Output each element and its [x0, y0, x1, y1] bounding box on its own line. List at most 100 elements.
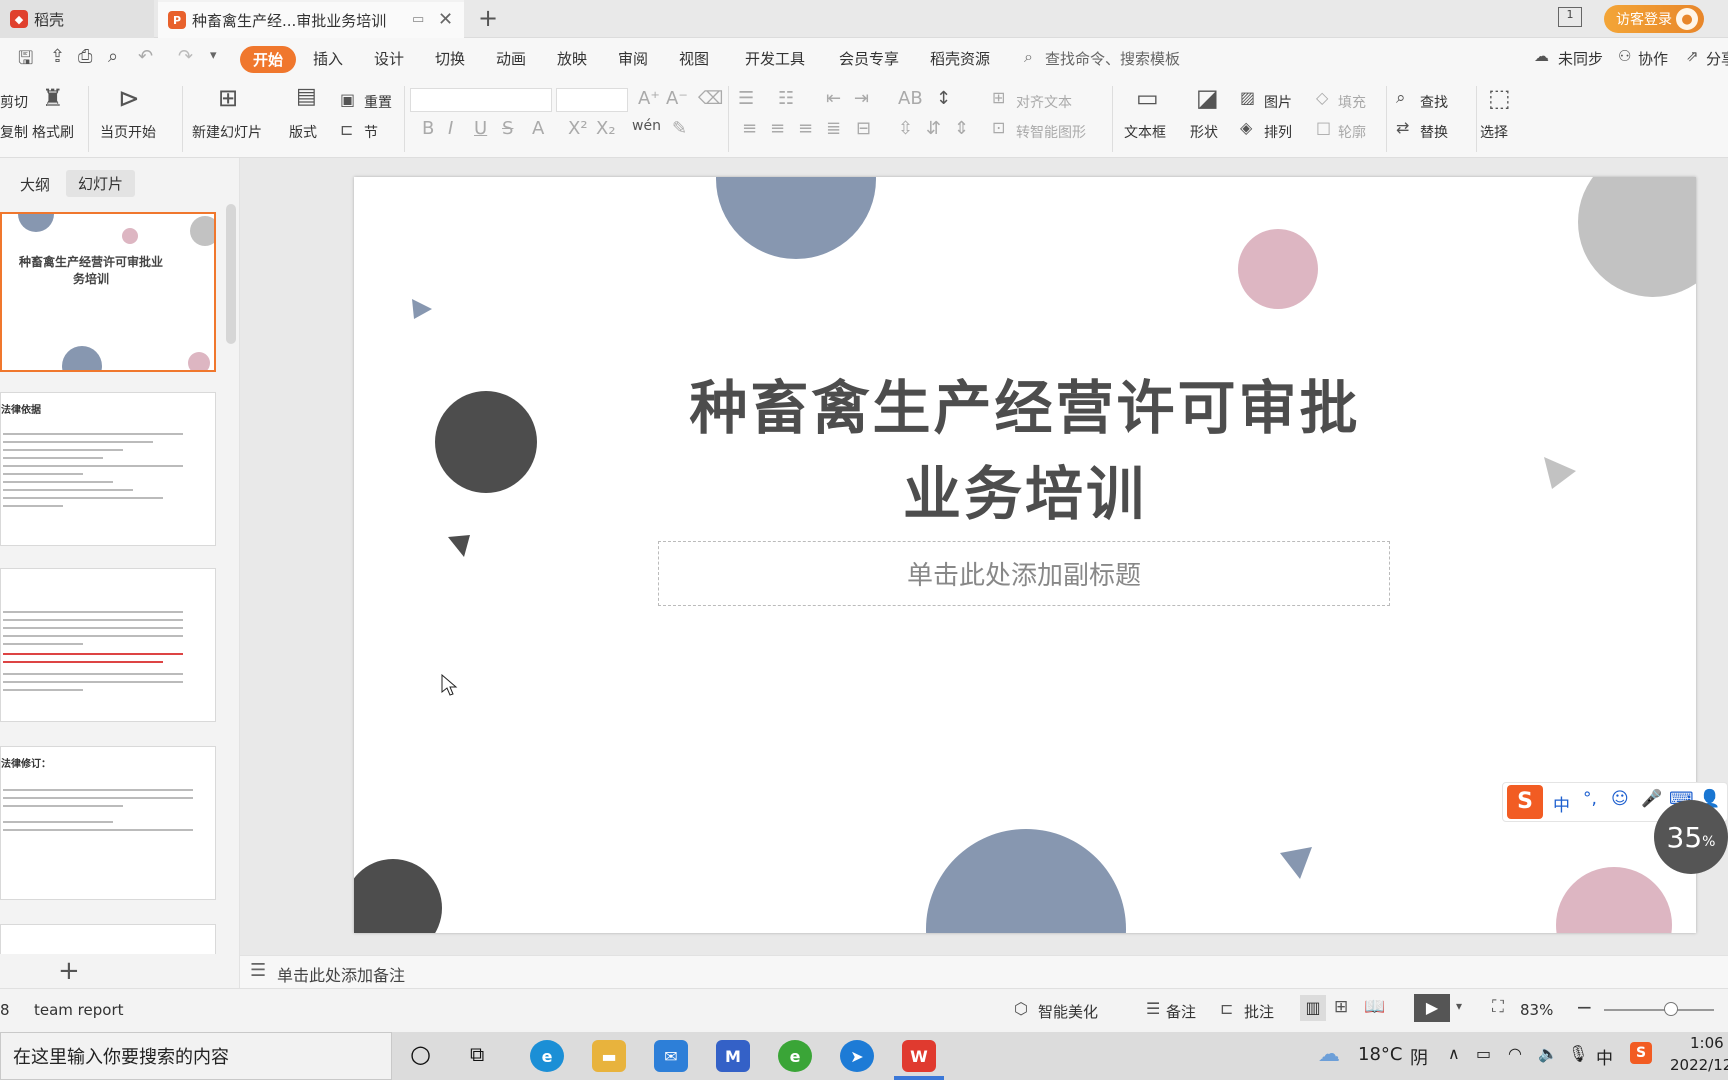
mic-tray-icon[interactable]: 🎙: [1568, 1044, 1588, 1063]
tab-document[interactable]: P 种畜禽生产经...审批业务培训 ▭ ✕: [158, 0, 464, 38]
play-dropdown-icon[interactable]: ▾: [1456, 999, 1462, 1013]
textbox-button[interactable]: 文本框: [1124, 122, 1166, 142]
outline-button[interactable]: 轮廓: [1338, 122, 1366, 142]
decrease-indent-icon[interactable]: ⇤: [826, 88, 841, 109]
align-text-button[interactable]: 对齐文本: [1016, 92, 1072, 112]
punctuation-icon[interactable]: °,: [1583, 789, 1597, 809]
menu-member[interactable]: 会员专享: [839, 48, 899, 69]
tab-slides[interactable]: 幻灯片: [66, 170, 136, 197]
ime-mode[interactable]: 中: [1553, 791, 1570, 816]
tab-home[interactable]: ◆ 稻壳: [0, 0, 154, 38]
menu-start[interactable]: 开始: [240, 46, 296, 73]
font-grow-icon[interactable]: A⁺: [638, 88, 660, 109]
slide-thumbnail-1[interactable]: 种畜禽生产经营许可审批业务培训: [0, 212, 216, 372]
highlight-icon[interactable]: ✎: [672, 118, 687, 139]
menu-transition[interactable]: 切换: [435, 48, 465, 69]
spacing-icon[interactable]: ⇕: [954, 118, 969, 139]
clear-format-icon[interactable]: ⌫: [698, 88, 723, 109]
tray-expand-icon[interactable]: ∧: [1448, 1044, 1460, 1063]
bullet-list-icon[interactable]: ☰: [738, 88, 754, 109]
wifi-icon[interactable]: ◠: [1508, 1044, 1522, 1063]
align-center-icon[interactable]: ≡: [770, 118, 785, 139]
subscript-icon[interactable]: X₂: [596, 118, 616, 139]
add-slide-icon[interactable]: +: [58, 956, 80, 986]
slide-thumbnail-4[interactable]: 法律修订：: [0, 746, 216, 900]
section-button[interactable]: 节: [364, 122, 378, 142]
layout-button[interactable]: 版式: [289, 122, 317, 142]
zoom-level[interactable]: 83%: [1520, 1001, 1553, 1019]
increase-indent-icon[interactable]: ⇥: [854, 88, 869, 109]
microphone-icon[interactable]: 🎤: [1641, 789, 1662, 809]
wps-office-icon[interactable]: W: [902, 1040, 936, 1072]
menu-review[interactable]: 审阅: [618, 48, 648, 69]
font-size-select[interactable]: [556, 88, 628, 112]
normal-view-icon[interactable]: ▥: [1300, 995, 1326, 1021]
font-color-icon[interactable]: A: [532, 118, 544, 139]
shape-button[interactable]: 形状: [1190, 122, 1218, 142]
file-explorer-icon[interactable]: ▬: [592, 1040, 626, 1072]
mail-icon[interactable]: ✉: [654, 1040, 688, 1072]
underline-icon[interactable]: U: [474, 118, 487, 139]
to-smartart-button[interactable]: 转智能图形: [1016, 122, 1086, 142]
play-slideshow-icon[interactable]: ▶: [1414, 994, 1450, 1022]
undo-icon[interactable]: ↶: [138, 46, 153, 67]
save-icon[interactable]: 🖫: [18, 46, 33, 76]
strikethrough-icon[interactable]: S: [502, 118, 513, 139]
sorter-view-icon[interactable]: ⊞: [1334, 997, 1348, 1017]
menu-docer-resources[interactable]: 稻壳资源: [930, 48, 990, 69]
font-family-select[interactable]: [410, 88, 552, 112]
tab-outline[interactable]: 大纲: [20, 174, 50, 195]
line-spacing-down-icon[interactable]: ⇵: [926, 118, 941, 139]
menu-developer[interactable]: 开发工具: [745, 48, 805, 69]
distribute-icon[interactable]: ⊟: [856, 118, 871, 139]
print-preview-icon[interactable]: ⌕: [108, 46, 118, 67]
sogou-tray-icon[interactable]: S: [1630, 1042, 1652, 1064]
bold-icon[interactable]: B: [422, 118, 434, 139]
notes-bar[interactable]: ☰ 单击此处添加备注: [240, 955, 1728, 988]
align-left-icon[interactable]: ≡: [742, 118, 757, 139]
quick-access-dropdown-icon[interactable]: ▾: [210, 48, 217, 63]
taskbar-search-input[interactable]: 在这里输入你要搜索的内容: [0, 1032, 392, 1080]
zoom-slider[interactable]: [1604, 1009, 1714, 1011]
panel-scrollbar[interactable]: [226, 204, 236, 344]
print-icon[interactable]: ⎙: [78, 46, 92, 67]
reset-button[interactable]: 重置: [364, 92, 392, 112]
find-button[interactable]: 查找: [1420, 92, 1448, 112]
edge-browser-icon[interactable]: e: [530, 1040, 564, 1072]
redo-icon[interactable]: ↷: [178, 46, 193, 67]
cut-button[interactable]: 剪切: [0, 92, 28, 112]
close-tab-icon[interactable]: ✕: [438, 9, 453, 30]
justify-icon[interactable]: ≣: [826, 118, 841, 139]
slide-canvas[interactable]: 种畜禽生产经营许可审批 业务培训 单击此处添加副标题: [354, 177, 1696, 933]
comments-button[interactable]: 批注: [1244, 1001, 1274, 1022]
weather-desc[interactable]: 阴: [1410, 1044, 1428, 1070]
clock-time[interactable]: 1:06: [1690, 1034, 1724, 1052]
notes-toggle-button[interactable]: 备注: [1166, 1001, 1196, 1022]
superscript-icon[interactable]: X²: [568, 118, 588, 139]
command-search-input[interactable]: 查找命令、搜索模板: [1045, 48, 1180, 69]
emoji-icon[interactable]: ☺: [1611, 789, 1629, 809]
cortana-icon[interactable]: ○: [410, 1040, 431, 1068]
align-right-icon[interactable]: ≡: [798, 118, 813, 139]
collab-button[interactable]: 协作: [1638, 48, 1668, 69]
login-button[interactable]: 访客登录 ●: [1604, 5, 1704, 33]
notes-placeholder[interactable]: 单击此处添加备注: [277, 962, 405, 986]
share-button[interactable]: 分享: [1706, 48, 1728, 69]
zoom-slider-thumb[interactable]: [1664, 1002, 1678, 1016]
paragraph-spacing-icon[interactable]: ⇳: [898, 118, 913, 139]
slide-thumbnail-2[interactable]: 法律依据: [0, 392, 216, 546]
menu-insert[interactable]: 插入: [313, 48, 343, 69]
feishu-icon[interactable]: ➤: [840, 1040, 874, 1072]
weather-temp[interactable]: 18°C: [1358, 1044, 1402, 1065]
slide-title[interactable]: 种畜禽生产经营许可审批 业务培训: [614, 365, 1436, 537]
menu-animation[interactable]: 动画: [496, 48, 526, 69]
select-button[interactable]: 选择: [1480, 122, 1508, 142]
slide-thumbnail-3[interactable]: [0, 568, 216, 722]
fit-window-icon[interactable]: ⛶: [1492, 997, 1504, 1017]
menu-slideshow[interactable]: 放映: [557, 48, 587, 69]
format-painter-button[interactable]: 格式刷: [32, 122, 74, 142]
theme-name[interactable]: team report: [34, 1001, 124, 1019]
task-view-icon[interactable]: ⧉: [470, 1042, 484, 1066]
subtitle-placeholder[interactable]: 单击此处添加副标题: [658, 541, 1390, 606]
slide-thumbnail-5[interactable]: [0, 924, 216, 954]
